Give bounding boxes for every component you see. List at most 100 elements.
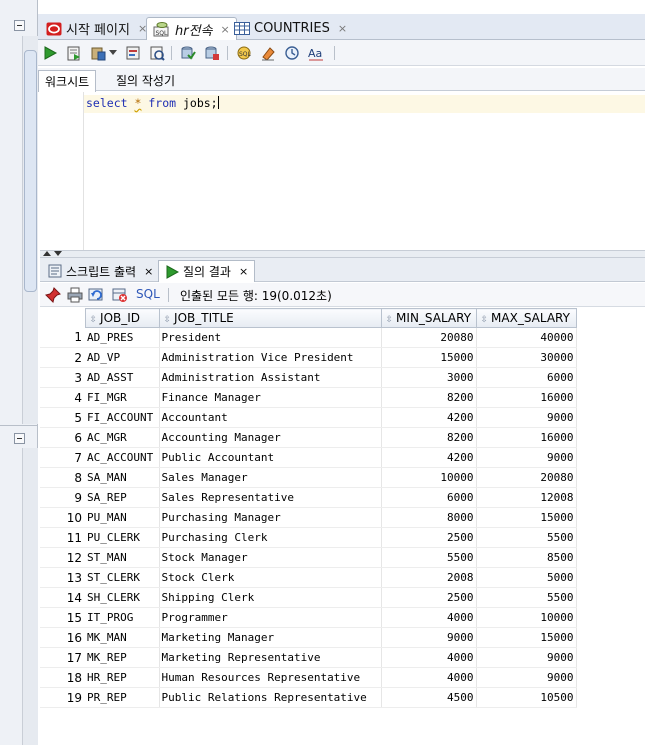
table-row[interactable]: 19 PR_REP Public Relations Representative 4… — [40, 687, 577, 708]
dropdown-arrow[interactable] — [108, 44, 118, 62]
column-header[interactable]: ⇳ JOB_TITLE — [158, 308, 382, 328]
table-row[interactable]: 13 ST_CLERK Stock Clerk 2008 5000 — [40, 567, 577, 588]
cell-min-salary[interactable]: 8200 — [381, 427, 477, 448]
cell-min-salary[interactable]: 4000 — [381, 607, 477, 628]
cell-max-salary[interactable]: 12008 — [476, 487, 577, 508]
cell-min-salary[interactable]: 8000 — [381, 507, 477, 528]
cell-job-id[interactable]: PU_MAN — [85, 507, 160, 528]
cell-max-salary[interactable]: 9000 — [476, 407, 577, 428]
table-row[interactable]: 9 SA_REP Sales Representative 6000 12008 — [40, 487, 577, 508]
cell-job-title[interactable]: Marketing Manager — [159, 627, 382, 648]
sql-editor[interactable] — [40, 92, 645, 250]
cell-max-salary[interactable]: 16000 — [476, 427, 577, 448]
cell-max-salary[interactable]: 9000 — [476, 447, 577, 468]
cell-job-id[interactable]: ST_CLERK — [85, 567, 160, 588]
cancel-fetch-button[interactable] — [111, 286, 129, 304]
cell-min-salary[interactable]: 10000 — [381, 467, 477, 488]
tab-start-page[interactable]: 시작 페이지 × — [40, 17, 153, 40]
cell-min-salary[interactable]: 4200 — [381, 447, 477, 468]
run-statement-button[interactable] — [41, 44, 59, 62]
cell-max-salary[interactable]: 16000 — [476, 387, 577, 408]
table-row[interactable]: 15 IT_PROG Programmer 4000 10000 — [40, 607, 577, 628]
table-row[interactable]: 14 SH_CLERK Shipping Clerk 2500 5500 — [40, 587, 577, 608]
cell-job-title[interactable]: Public Relations Representative — [159, 687, 382, 708]
table-row[interactable]: 8 SA_MAN Sales Manager 10000 20080 — [40, 467, 577, 488]
cell-job-title[interactable]: Shipping Clerk — [159, 587, 382, 608]
tab-worksheet[interactable]: 워크시트 — [38, 70, 97, 92]
pin-button[interactable] — [44, 286, 62, 304]
cell-job-id[interactable]: MK_MAN — [85, 627, 160, 648]
cell-min-salary[interactable]: 4200 — [381, 407, 477, 428]
history-button[interactable] — [283, 44, 301, 62]
cell-job-title[interactable]: Accountant — [159, 407, 382, 428]
print-button[interactable] — [66, 286, 84, 304]
cell-max-salary[interactable]: 9000 — [476, 647, 577, 668]
cell-job-title[interactable]: Sales Representative — [159, 487, 382, 508]
table-row[interactable]: 1 AD_PRES President 20080 40000 — [40, 327, 577, 348]
table-row[interactable]: 5 FI_ACCOUNT Accountant 4200 9000 — [40, 407, 577, 428]
cell-max-salary[interactable]: 5000 — [476, 567, 577, 588]
close-icon[interactable]: × — [144, 265, 153, 278]
cell-max-salary[interactable]: 10000 — [476, 607, 577, 628]
cell-job-id[interactable]: AD_PRES — [85, 327, 160, 348]
cell-min-salary[interactable]: 2500 — [381, 587, 477, 608]
cell-min-salary[interactable]: 8200 — [381, 387, 477, 408]
cell-job-title[interactable]: Stock Clerk — [159, 567, 382, 588]
cell-max-salary[interactable]: 5500 — [476, 587, 577, 608]
table-row[interactable]: 16 MK_MAN Marketing Manager 9000 15000 — [40, 627, 577, 648]
cell-max-salary[interactable]: 10500 — [476, 687, 577, 708]
column-header[interactable]: ⇳ MAX_SALARY — [475, 308, 577, 328]
cell-max-salary[interactable]: 8500 — [476, 547, 577, 568]
cell-job-id[interactable]: FI_ACCOUNT — [85, 407, 160, 428]
cell-min-salary[interactable]: 4000 — [381, 667, 477, 688]
editor-result-splitter[interactable] — [40, 250, 645, 258]
cell-job-title[interactable]: Purchasing Clerk — [159, 527, 382, 548]
cell-max-salary[interactable]: 15000 — [476, 507, 577, 528]
table-row[interactable]: 11 PU_CLERK Purchasing Clerk 2500 5500 — [40, 527, 577, 548]
cell-max-salary[interactable]: 20080 — [476, 467, 577, 488]
cell-job-title[interactable]: Administration Assistant — [159, 367, 382, 388]
cell-job-title[interactable]: Marketing Representative — [159, 647, 382, 668]
cell-job-title[interactable]: Purchasing Manager — [159, 507, 382, 528]
close-icon[interactable]: × — [338, 22, 347, 35]
cell-job-title[interactable]: Finance Manager — [159, 387, 382, 408]
tab-query-result[interactable]: 질의 결과 × — [158, 260, 256, 282]
cell-job-id[interactable]: IT_PROG — [85, 607, 160, 628]
table-row[interactable]: 18 HR_REP Human Resources Representative 40… — [40, 667, 577, 688]
cell-job-title[interactable]: Human Resources Representative — [159, 667, 382, 688]
cell-job-id[interactable]: PU_CLERK — [85, 527, 160, 548]
sql-statement[interactable]: select * from jobs; — [86, 96, 219, 110]
column-header[interactable]: ⇳ MIN_SALARY — [380, 308, 477, 328]
cell-max-salary[interactable]: 9000 — [476, 667, 577, 688]
cell-job-id[interactable]: AC_MGR — [85, 427, 160, 448]
tab-script-output[interactable]: 스크립트 출력 × — [42, 260, 159, 282]
cell-min-salary[interactable]: 9000 — [381, 627, 477, 648]
table-row[interactable]: 7 AC_ACCOUNT Public Accountant 4200 9000 — [40, 447, 577, 468]
sql-tuning-advisor-button[interactable]: SQL — [235, 44, 253, 62]
cell-job-id[interactable]: AC_ACCOUNT — [85, 447, 160, 468]
cell-min-salary[interactable]: 2500 — [381, 527, 477, 548]
tab-hr-connection[interactable]: SQL hr전속 × — [146, 17, 237, 40]
cell-job-title[interactable]: Accounting Manager — [159, 427, 382, 448]
cell-min-salary[interactable]: 15000 — [381, 347, 477, 368]
commit-button[interactable] — [89, 44, 107, 62]
cell-min-salary[interactable]: 5500 — [381, 547, 477, 568]
sql-link[interactable]: SQL — [136, 287, 160, 301]
cell-min-salary[interactable]: 2008 — [381, 567, 477, 588]
cell-job-title[interactable]: Programmer — [159, 607, 382, 628]
table-row[interactable]: 6 AC_MGR Accounting Manager 8200 16000 — [40, 427, 577, 448]
minimize-button-2[interactable] — [14, 433, 25, 444]
minimize-button[interactable] — [14, 20, 25, 31]
cell-job-id[interactable]: MK_REP — [85, 647, 160, 668]
cell-job-title[interactable]: Stock Manager — [159, 547, 382, 568]
navigator-scroll-thumb[interactable] — [24, 50, 37, 292]
column-header[interactable]: ⇳ JOB_ID — [84, 308, 160, 328]
cell-max-salary[interactable]: 5500 — [476, 527, 577, 548]
cell-max-salary[interactable]: 40000 — [476, 327, 577, 348]
refresh-button[interactable] — [88, 286, 106, 304]
cell-min-salary[interactable]: 3000 — [381, 367, 477, 388]
cell-job-id[interactable]: SA_REP — [85, 487, 160, 508]
close-icon[interactable]: × — [239, 265, 248, 278]
cell-job-id[interactable]: ST_MAN — [85, 547, 160, 568]
cell-job-id[interactable]: HR_REP — [85, 667, 160, 688]
